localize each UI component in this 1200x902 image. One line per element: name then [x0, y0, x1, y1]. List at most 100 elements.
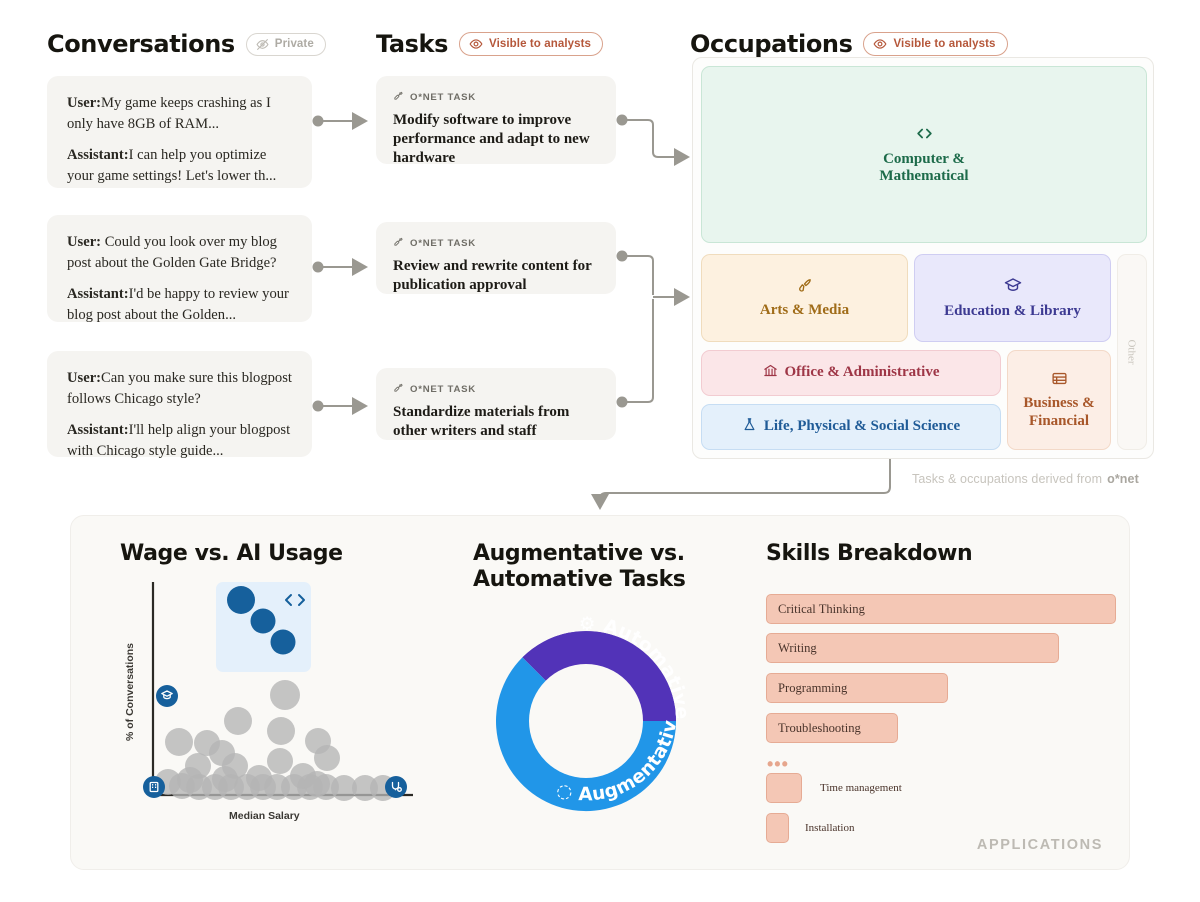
task-card[interactable]: O*NET TASK Modify software to improve pe…	[376, 76, 616, 166]
skill-mini-label: Time management	[820, 782, 902, 794]
code-icon	[915, 124, 934, 148]
private-badge-label: Private	[274, 38, 314, 50]
user-text: Can you make sure this blogpost follows …	[67, 370, 292, 407]
skills-chart-title: Skills Breakdown	[766, 541, 973, 566]
wage-scatter-chart	[143, 582, 413, 801]
conversation-user-line: User: Could you look over my blog post a…	[67, 232, 292, 273]
conversation-assistant-line: Assistant:I'll help align your blogpost …	[67, 420, 292, 461]
occupations-panel: Computer & Mathematical Arts & Media Edu…	[692, 57, 1154, 459]
skills-overflow-indicator: •••	[767, 754, 789, 774]
user-label: User:	[67, 370, 102, 386]
task-kicker: O*NET TASK	[393, 90, 599, 104]
skill-mini-swatch	[766, 813, 789, 843]
applications-watermark: APPLICATIONS	[976, 837, 1103, 853]
onet-brand: o*net	[1107, 472, 1139, 486]
bank-icon	[763, 363, 778, 383]
task-text: Modify software to improve performance a…	[393, 112, 590, 167]
onet-attribution-text: Tasks & occupations derived from	[912, 472, 1103, 486]
tasks-visible-badge[interactable]: Visible to analysts	[459, 32, 604, 56]
occupation-tile-label: Education & Library	[944, 302, 1081, 319]
wage-chart-xlabel: Median Salary	[229, 810, 300, 822]
occupation-tile-other[interactable]: Other	[1117, 254, 1147, 450]
assistant-label: Assistant:	[67, 286, 129, 303]
eye-off-icon	[256, 38, 269, 51]
task-card[interactable]: O*NET TASK Standardize materials from ot…	[376, 368, 616, 440]
scatter-points-other	[155, 680, 396, 801]
occupation-tile-label: Business & Financial	[1023, 395, 1095, 429]
assistant-label: Assistant:	[67, 422, 129, 439]
occupation-tile-label: Life, Physical & Social Science	[763, 418, 961, 435]
occupation-tile-label: Arts & Media	[759, 302, 850, 318]
occupation-tile-label: Office & Administrative	[784, 364, 940, 381]
skill-bar-label: Critical Thinking	[778, 601, 865, 616]
task-kicker-label: O*NET TASK	[410, 383, 476, 395]
occupation-tile-life-physical-social-science[interactable]: Life, Physical & Social Science	[701, 404, 1001, 450]
wrench-icon	[393, 90, 404, 104]
wrench-icon	[393, 236, 404, 250]
task-text: Standardize materials from other writers…	[393, 404, 570, 440]
tasks-title: Tasks	[376, 30, 449, 58]
conversations-header: Conversations Private	[47, 30, 326, 58]
task-text: Review and rewrite content for publicati…	[393, 258, 592, 294]
task-kicker: O*NET TASK	[393, 382, 599, 396]
wage-chart-title: Wage vs. AI Usage	[120, 541, 343, 566]
diagram-canvas: Conversations Private Tasks Visible to a…	[0, 0, 1200, 902]
scatter-icon-marker-office	[143, 776, 165, 798]
occupations-header: Occupations Visible to analysts	[690, 30, 1008, 58]
conversations-title: Conversations	[47, 30, 235, 58]
paintbrush-icon	[796, 277, 813, 299]
flask-icon	[742, 417, 757, 437]
skill-bar[interactable]: Critical Thinking	[766, 594, 1116, 624]
task-kicker: O*NET TASK	[393, 236, 599, 250]
conversation-card[interactable]: User:Can you make sure this blogpost fol…	[47, 351, 312, 459]
wrench-icon	[393, 382, 404, 396]
skill-bar-label: Programming	[778, 680, 848, 695]
assistant-label: Assistant:	[67, 147, 129, 164]
scatter-highlight-box	[216, 582, 311, 672]
table-icon	[1051, 370, 1068, 392]
tasks-header: Tasks Visible to analysts	[376, 30, 604, 58]
scatter-point-highlight	[270, 629, 296, 655]
occupation-tile-arts-media[interactable]: Arts & Media	[701, 254, 908, 342]
skill-mini-row[interactable]: Time management	[766, 773, 902, 803]
occupation-tile-computer-mathematical[interactable]: Computer & Mathematical	[701, 66, 1147, 243]
conversation-card[interactable]: User:My game keeps crashing as I only ha…	[47, 76, 312, 188]
scatter-point-highlight	[250, 608, 276, 634]
occupation-tile-office-administrative[interactable]: Office & Administrative	[701, 350, 1001, 396]
scatter-icon-marker-healthcare	[385, 776, 407, 798]
task-kicker-label: O*NET TASK	[410, 91, 476, 103]
task-kicker-label: O*NET TASK	[410, 237, 476, 249]
augmentative-automative-donut: ⚙ Automative ◌ Augmentative	[471, 606, 692, 812]
conversation-assistant-line: Assistant:I'd be happy to review your bl…	[67, 284, 292, 325]
skill-mini-row[interactable]: Installation	[766, 813, 855, 843]
wage-chart-ylabel: % of Conversations	[124, 642, 136, 741]
conversation-user-line: User:Can you make sure this blogpost fol…	[67, 368, 292, 409]
task-card[interactable]: O*NET TASK Review and rewrite content fo…	[376, 222, 616, 294]
skill-mini-swatch	[766, 773, 802, 803]
scatter-point-highlight	[227, 586, 255, 614]
donut-chart-title: Augmentative vs. Automative Tasks	[473, 541, 686, 593]
onet-attribution: Tasks & occupations derived from o*net	[912, 472, 1139, 486]
private-badge[interactable]: Private	[245, 32, 326, 56]
skill-bar-label: Writing	[778, 640, 817, 655]
occupations-badge-label: Visible to analysts	[893, 38, 996, 50]
occupations-title: Occupations	[690, 30, 853, 58]
occupation-tile-label: Computer & Mathematical	[879, 150, 969, 185]
conversation-card[interactable]: User: Could you look over my blog post a…	[47, 215, 312, 325]
occupation-tile-education-library[interactable]: Education & Library	[914, 254, 1111, 342]
skill-bar[interactable]: Writing	[766, 633, 1059, 663]
user-label: User:	[67, 95, 102, 111]
conversation-assistant-line: Assistant:I can help you optimize your g…	[67, 145, 292, 186]
skill-bar-label: Troubleshooting	[778, 720, 861, 735]
skill-bar[interactable]: Troubleshooting	[766, 713, 898, 743]
eye-icon	[469, 37, 483, 51]
occupations-visible-badge[interactable]: Visible to analysts	[863, 32, 1008, 56]
skill-bar[interactable]: Programming	[766, 673, 948, 703]
tasks-badge-label: Visible to analysts	[489, 38, 592, 50]
graduation-cap-icon	[1004, 276, 1022, 299]
skill-mini-label: Installation	[805, 822, 855, 834]
occupation-tile-business-financial[interactable]: Business & Financial	[1007, 350, 1111, 450]
scatter-icon-marker-education	[156, 685, 178, 707]
user-label: User:	[67, 234, 102, 250]
eye-icon	[873, 37, 887, 51]
